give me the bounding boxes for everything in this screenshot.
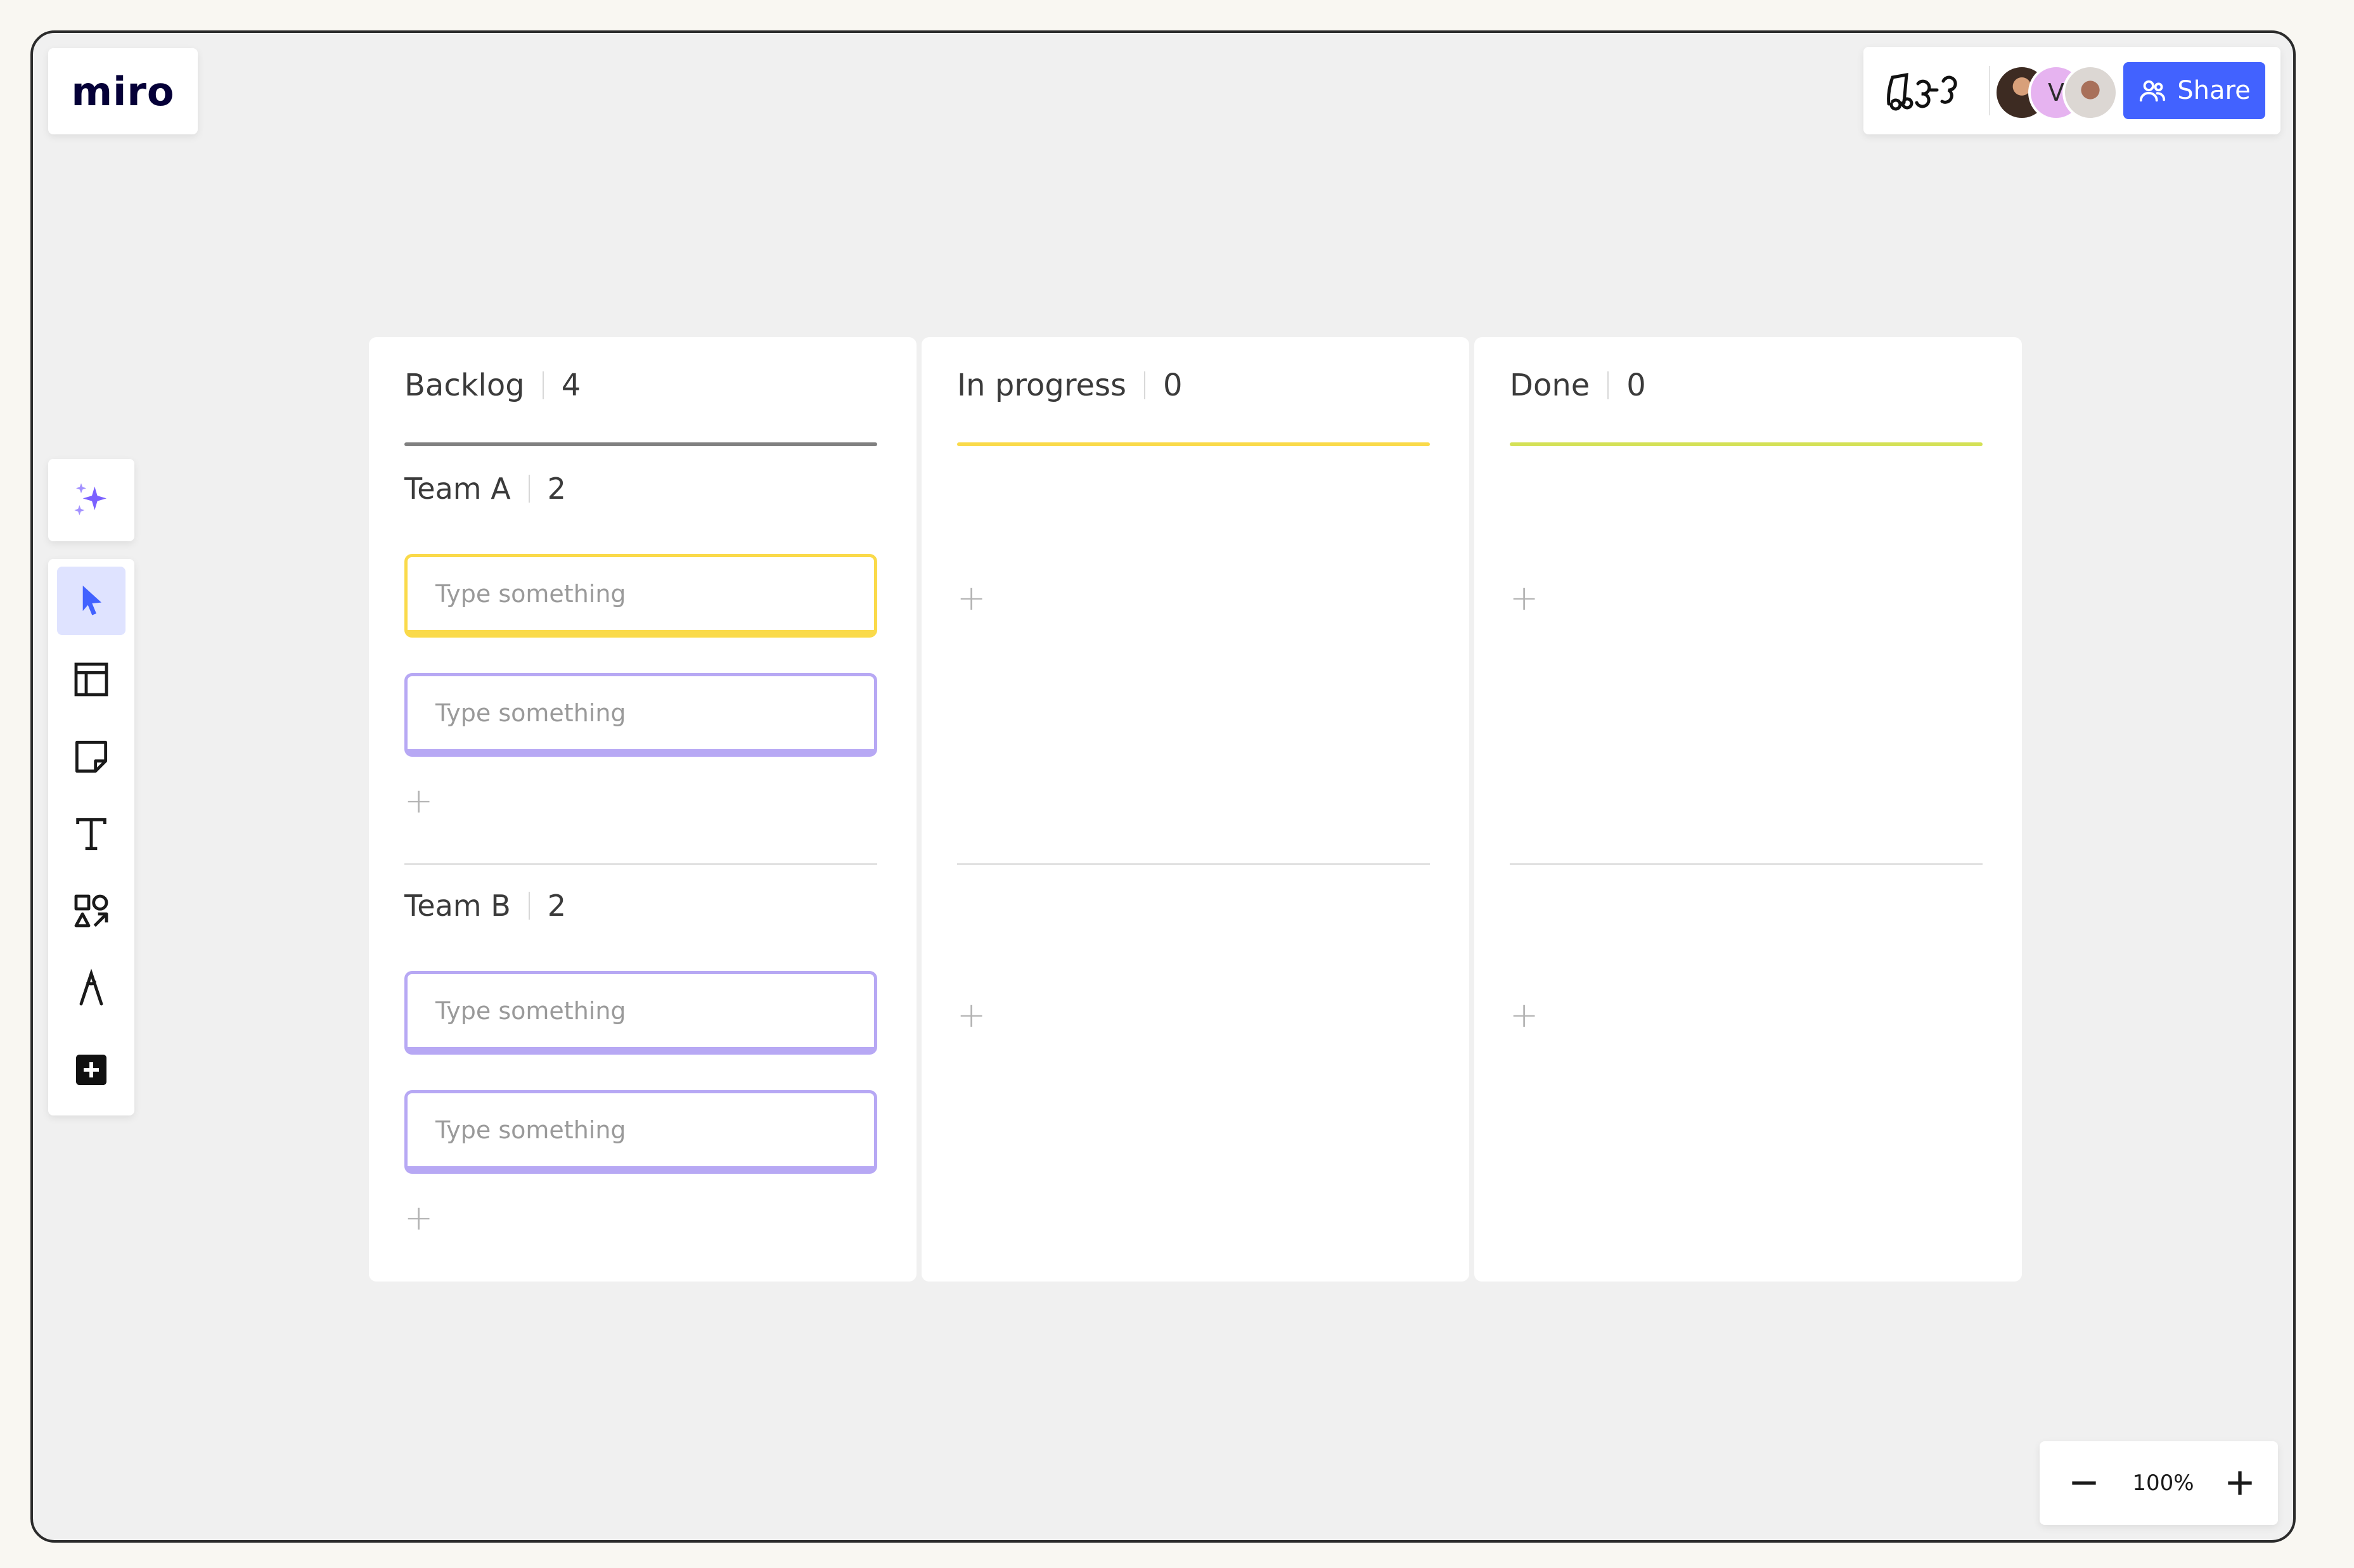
group-title: Team A <box>404 472 511 506</box>
templates-tool[interactable] <box>57 645 125 714</box>
shapes-icon <box>74 894 108 928</box>
plus-square-icon <box>76 1055 106 1085</box>
header-divider <box>528 892 530 920</box>
zoom-out-icon[interactable] <box>2064 1463 2104 1503</box>
column-header[interactable]: Done 0 <box>1510 368 1646 403</box>
column-header[interactable]: In progress 0 <box>957 368 1183 403</box>
column-title: In progress <box>957 368 1127 403</box>
column-backlog: Backlog 4 Team A 2 Type something Type s… <box>369 337 917 1282</box>
zoom-controls: 100% <box>2040 1441 2278 1525</box>
group-count: 2 <box>547 472 566 506</box>
sticky-note-icon <box>75 740 108 773</box>
group-title: Team B <box>404 889 511 923</box>
pen-tool[interactable] <box>57 954 125 1023</box>
zoom-in-icon[interactable] <box>2220 1463 2260 1503</box>
add-card-button[interactable]: + <box>957 998 986 1032</box>
column-done: Done 0 + + <box>1474 337 2022 1282</box>
board-canvas[interactable]: miro V Share Backlog 4 Team A 2 Type som… <box>30 30 2296 1543</box>
kanban-card[interactable]: Type something <box>404 971 877 1055</box>
zoom-level[interactable]: 100% <box>2116 1441 2211 1525</box>
share-label: Share <box>2177 76 2251 105</box>
kanban-card[interactable]: Type something <box>404 554 877 638</box>
column-in-progress: In progress 0 + + <box>922 337 1469 1282</box>
column-count: 0 <box>1626 368 1646 403</box>
column-header[interactable]: Backlog 4 <box>404 368 581 403</box>
header-divider <box>542 371 544 399</box>
group-separator <box>1510 863 1983 865</box>
sticky-note-tool[interactable] <box>57 723 125 791</box>
kanban-card[interactable]: Type something <box>404 673 877 757</box>
app-logo[interactable]: miro <box>48 48 198 134</box>
layout-icon <box>74 662 108 697</box>
text-icon <box>76 818 106 851</box>
text-tool[interactable] <box>57 800 125 868</box>
column-count: 0 <box>1163 368 1183 403</box>
add-card-button[interactable]: + <box>404 784 433 818</box>
header-divider <box>1144 371 1146 399</box>
column-accent-line <box>404 442 877 446</box>
add-card-button[interactable]: + <box>404 1201 433 1235</box>
group-count: 2 <box>547 889 567 923</box>
logo-text: miro <box>71 68 175 115</box>
card-placeholder: Type something <box>435 579 626 608</box>
group-separator <box>957 863 1430 865</box>
column-title: Backlog <box>404 368 525 403</box>
group-header[interactable]: Team B 2 <box>404 889 566 923</box>
group-separator <box>404 863 877 865</box>
pen-icon <box>79 968 103 1006</box>
column-count: 4 <box>561 368 581 403</box>
left-toolbar <box>48 559 134 1115</box>
add-card-button[interactable]: + <box>1510 998 1538 1032</box>
header-divider <box>528 475 530 503</box>
select-tool[interactable] <box>57 567 125 635</box>
column-title: Done <box>1510 368 1590 403</box>
share-button[interactable]: Share <box>2123 62 2265 119</box>
add-card-button[interactable]: + <box>1510 581 1538 615</box>
card-placeholder: Type something <box>435 996 626 1025</box>
card-placeholder: Type something <box>435 1115 626 1144</box>
ai-assist-button[interactable] <box>48 459 134 541</box>
avatar-photo-2[interactable] <box>2062 65 2118 120</box>
card-placeholder: Type something <box>435 698 626 727</box>
top-bar: V Share <box>1863 47 2280 134</box>
cursor-icon <box>82 586 101 615</box>
board-doodle-icon[interactable] <box>1885 66 1967 117</box>
topbar-separator <box>1989 66 1990 115</box>
shapes-tool[interactable] <box>57 877 125 946</box>
more-tools-button[interactable] <box>57 1036 125 1104</box>
sparkle-icon <box>74 483 106 515</box>
column-accent-line <box>1510 442 1983 446</box>
group-header[interactable]: Team A 2 <box>404 472 566 506</box>
kanban-card[interactable]: Type something <box>404 1090 877 1174</box>
header-divider <box>1607 371 1609 399</box>
column-accent-line <box>957 442 1430 446</box>
add-card-button[interactable]: + <box>957 581 986 615</box>
users-icon <box>2140 80 2166 102</box>
